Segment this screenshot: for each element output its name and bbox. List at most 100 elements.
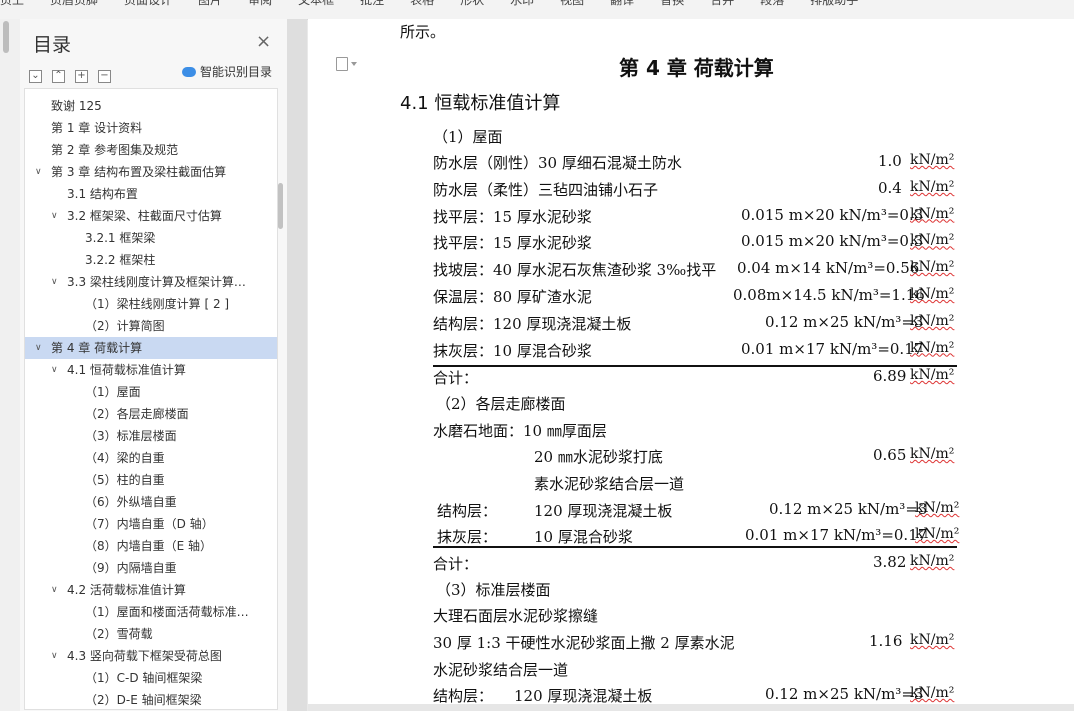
toc-item[interactable]: ∨ 3.2 框架梁、柱截面尺寸估算 [25,205,277,227]
ribbon-item[interactable]: 段落 [760,0,784,7]
ribbon-item[interactable]: 批注 [360,0,384,7]
ribbon-item[interactable]: 翻译 [610,0,634,7]
toc-item-label: 4.3 竖向荷载下框架受荷总图 [67,649,222,663]
corridor-total-unit: kN/m² [910,553,955,569]
ribbon-item[interactable]: 页上 [0,0,24,7]
toc-item[interactable]: 第 2 章 参考图集及规范 [25,139,277,161]
chevron-down-icon[interactable]: ∨ [51,359,61,381]
roof-row-label: 防水层（刚性）30 厚细石混凝土防水 [433,154,682,172]
toc-item[interactable]: 3.2.2 框架柱 [25,249,277,271]
toc-item-label: （2）D-E 轴间框架梁 [85,693,202,707]
roof-row-unit: kN/m² [910,312,955,329]
toc-item[interactable]: ∨ 3.3 梁柱线刚度计算及框架计算… [25,271,277,293]
toc-item[interactable]: ∨ 4.3 竖向荷载下框架受荷总图 [25,645,277,667]
toc-item[interactable]: （4）梁的自重 [25,447,277,469]
roof-row-unit: kN/m² [910,339,955,356]
corridor-line2: 20 ㎜水泥砂浆打底 [534,448,663,466]
toc-item[interactable]: （2）各层走廊楼面 [25,403,277,425]
toc-item[interactable]: ∨ 第 4 章 荷载计算 [25,337,277,359]
standard-struct-label: 结构层： [433,687,494,705]
roof-row-unit: kN/m² [910,232,955,249]
toc-item[interactable]: （1）C-D 轴间框架梁 [25,667,277,689]
ribbon-item[interactable]: 视图 [560,0,584,7]
toc-item[interactable]: （1）屋面和楼面活荷载标准… [25,601,277,623]
toc-item[interactable]: ∨ 4.2 活荷载标准值计算 [25,579,277,601]
corridor-struct-unit: kN/m² [915,500,960,516]
collapse-all-icon[interactable]: ⌄ [29,70,42,83]
toc-item-label: 3.2.2 框架柱 [85,253,156,267]
scroll-thumb[interactable] [3,21,9,53]
page-gutter [287,19,307,711]
toc-item-label: 4.1 恒荷载标准值计算 [67,363,186,377]
toc-item[interactable]: （5）柱的自重 [25,469,277,491]
corridor-plaster-label: 抹灰层： [437,528,498,546]
toc-item[interactable]: ∨ 4.1 恒荷载标准值计算 [25,359,277,381]
toc-item[interactable]: 致谢 125 [25,95,277,117]
toc-item-label: （3）标准层楼面 [85,429,177,443]
toc-item-label: （9）内隔墙自重 [85,561,177,575]
toc-item-label: 第 1 章 设计资料 [51,121,143,135]
standard-struct-desc: 120 厚现浇混凝土板 [514,687,653,705]
roof-row-label: 防水层（柔性）三毡四油铺小石子 [433,180,659,199]
smart-toc-button[interactable]: 智能识别目录 [182,63,272,80]
left-scrollbar[interactable] [0,19,20,711]
toc-item[interactable]: （8）内墙自重（E 轴） [25,535,277,557]
ribbon-item[interactable]: 页面设计 [124,0,172,7]
ribbon-item[interactable]: 文本框 [298,0,334,7]
close-icon[interactable]: × [256,31,271,52]
toc-item[interactable]: 第 1 章 设计资料 [25,117,277,139]
chevron-down-icon[interactable]: ∨ [35,337,45,359]
corridor-struct-label: 结构层： [437,502,498,520]
intro-text: 所示。 [400,23,446,41]
document-page[interactable]: 所示。 第 4 章 荷载计算 4.1 恒载标准值计算 （1）屋面 防水层（刚性）… [308,19,1074,711]
toc-item[interactable]: 3.2.1 框架梁 [25,227,277,249]
toc-item[interactable]: （2）D-E 轴间框架梁 [25,689,277,709]
standard-line2-unit: kN/m² [910,632,955,648]
ribbon-item[interactable]: 形状 [460,0,484,7]
ribbon-item[interactable]: 页眉页脚 [50,0,98,7]
standard-line1: 大理石面层水泥砂浆擦缝 [433,607,599,625]
toc-item[interactable]: （7）内墙自重（D 轴） [25,513,277,535]
standard-struct-calc: 0.12 m×25 kN/m³=3 [765,685,924,703]
chevron-down-icon[interactable]: ∨ [51,271,61,293]
roof-row-label: 保温层：80 厚矿渣水泥 [433,288,592,306]
chevron-down-icon[interactable]: ∨ [35,161,45,183]
roof-row-unit: kN/m² [910,178,955,195]
ribbon-item[interactable]: 表格 [410,0,434,7]
document-icon[interactable] [336,57,357,71]
toc-item[interactable]: （1）梁柱线刚度计算 [ 2 ] [25,293,277,315]
ribbon-item[interactable]: 替换 [660,0,684,7]
add-heading-icon[interactable]: + [75,70,88,83]
toc-item[interactable]: （6）外纵墙自重 [25,491,277,513]
ribbon-item[interactable]: 图片 [198,0,222,7]
toc-scrollbar[interactable] [278,183,283,229]
smart-toc-label: 智能识别目录 [200,65,273,79]
toc-item[interactable]: ∨ 第 3 章 结构布置及梁柱截面估算 [25,161,277,183]
expand-all-icon[interactable]: ⌃ [52,70,65,83]
toc-tools: ⌄ ⌃ + − [29,63,121,83]
toc-item[interactable]: 3.1 结构布置 [25,183,277,205]
toc-item[interactable]: （3）标准层楼面 [25,425,277,447]
toc-item-label: （4）梁的自重 [85,451,165,465]
toc-item[interactable]: （2）雪荷载 [25,623,277,645]
remove-heading-icon[interactable]: − [98,70,111,83]
toc-item-label: （8）内墙自重（E 轴） [85,539,213,553]
toc-item[interactable]: （9）内隔墙自重 [25,557,277,579]
chevron-down-icon[interactable]: ∨ [51,645,61,667]
horizontal-scrollbar[interactable] [308,704,1074,711]
chevron-down-icon[interactable]: ∨ [51,579,61,601]
toc-item-label: （2）计算简图 [85,319,165,333]
ribbon-items[interactable]: 页上 页眉页脚 页面设计 图片 审阅 文本框 批注 表格 形状 水印 视图 翻译 替换 合并 段落 排版助手 [0,0,884,8]
roof-row-value: 0.4 [878,178,902,197]
roof-row-label: 找平层：15 厚水泥砂浆 [433,207,592,226]
toc-item-label: 致谢 125 [51,99,102,113]
ribbon-item[interactable]: 审阅 [248,0,272,7]
smart-toc-icon [182,67,196,77]
toc-item[interactable]: （1）屋面 [25,381,277,403]
toc-item-label: （6）外纵墙自重 [85,495,177,509]
chevron-down-icon[interactable]: ∨ [51,205,61,227]
ribbon-item[interactable]: 排版助手 [810,0,858,7]
ribbon-item[interactable]: 水印 [510,0,534,7]
toc-item[interactable]: （2）计算简图 [25,315,277,337]
ribbon-item[interactable]: 合并 [710,0,734,7]
